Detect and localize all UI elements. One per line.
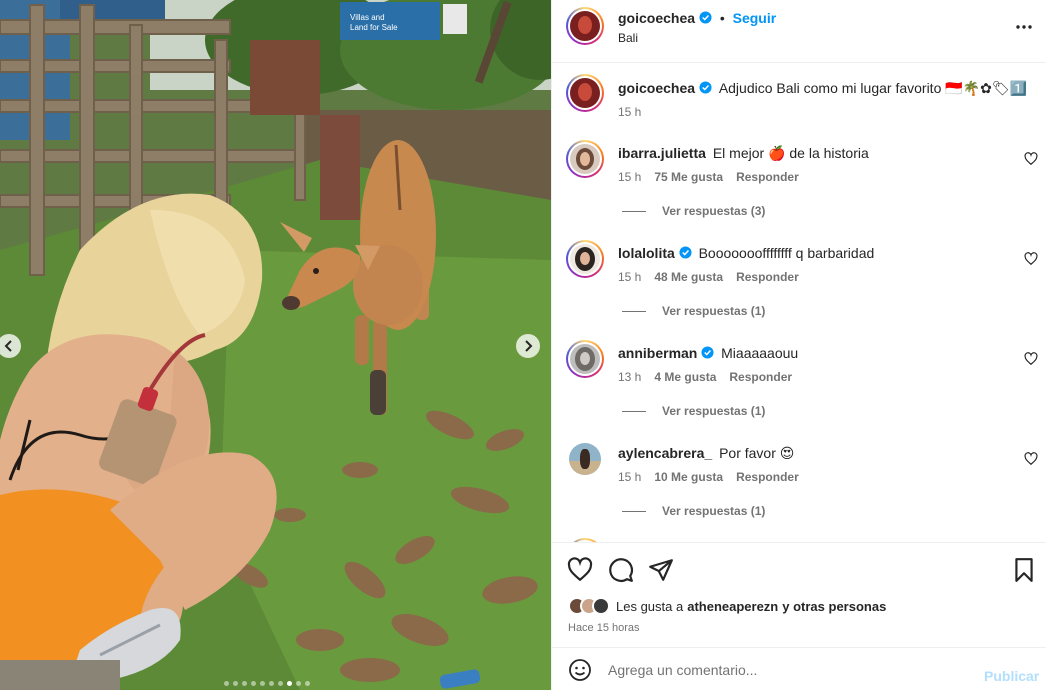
comment-username[interactable]: aylencabrera_: [618, 445, 712, 461]
carousel-dots: [224, 681, 310, 686]
post-location[interactable]: Bali: [618, 31, 638, 45]
sign-text-2: Land for Sale: [350, 23, 398, 32]
post-date[interactable]: Hace 15 horas: [568, 622, 640, 634]
carousel-dot[interactable]: [224, 681, 229, 686]
caption-text: Adjudico Bali como mi lugar favorito 🇮🇩🌴…: [718, 80, 1028, 96]
carousel-dot[interactable]: [242, 681, 247, 686]
author-username[interactable]: goicoechea: [618, 10, 695, 26]
view-replies-label: Ver respuestas (3): [662, 204, 766, 218]
carousel-dot[interactable]: [251, 681, 256, 686]
view-replies-label: Ver respuestas (1): [662, 504, 766, 518]
commenter-avatar[interactable]: [569, 443, 601, 475]
bookmark-icon[interactable]: [1011, 557, 1037, 583]
likes-prefix: Les gusta a: [616, 598, 684, 614]
carousel-dot[interactable]: [278, 681, 283, 686]
comment-text: Boooooooffffffff q barbaridad: [698, 245, 875, 261]
carousel-dot[interactable]: [260, 681, 265, 686]
post-photo: Villas and Land for Sale: [0, 0, 551, 690]
liker-avatar[interactable]: [592, 597, 610, 615]
commenter-avatar[interactable]: [566, 140, 604, 178]
comment-username[interactable]: ibarra.julietta: [618, 145, 706, 161]
comment-time[interactable]: 15 h: [618, 470, 641, 484]
comment-icon[interactable]: [608, 557, 634, 583]
reply-button[interactable]: Responder: [736, 470, 799, 484]
commenter-avatar[interactable]: [566, 240, 604, 278]
sign-text-1: Villas and: [350, 13, 385, 22]
comment-username[interactable]: lolalolita: [618, 245, 675, 261]
comment-heart-icon[interactable]: [1024, 352, 1038, 366]
view-replies-label: Ver respuestas (1): [662, 404, 766, 418]
comment-heart-icon[interactable]: [1024, 252, 1038, 266]
comment-likes[interactable]: 75 Me gusta: [654, 170, 723, 184]
likes-user-link[interactable]: atheneaperezn: [687, 599, 778, 614]
verified-icon: [701, 346, 714, 359]
verified-icon: [679, 246, 692, 259]
caption-time[interactable]: 15 h: [618, 105, 641, 119]
next-slide-button[interactable]: [516, 334, 540, 358]
reply-button[interactable]: Responder: [736, 170, 799, 184]
likes-summary: Les gusta a atheneaperezn y otras person…: [568, 597, 886, 615]
chevron-right-icon: [525, 340, 533, 352]
reply-button[interactable]: Responder: [736, 270, 799, 284]
carousel-dot[interactable]: [269, 681, 274, 686]
header-separator: •: [719, 10, 725, 26]
author-avatar[interactable]: [566, 74, 604, 112]
comment-text: Miaaaaaouu: [721, 345, 799, 361]
comments-list[interactable]: goicoechea Adjudico Bali como mi lugar f…: [552, 64, 1046, 542]
post-media[interactable]: Villas and Land for Sale: [0, 0, 551, 690]
reply-button[interactable]: Responder: [729, 370, 792, 384]
comment-text: El mejor 🍎 de la historia: [712, 145, 869, 161]
view-replies-button[interactable]: Ver respuestas (3): [622, 204, 765, 218]
view-replies-label: Ver respuestas (1): [662, 304, 766, 318]
comment-input[interactable]: [608, 659, 968, 681]
carousel-dot[interactable]: [305, 681, 310, 686]
comment-time[interactable]: 15 h: [618, 270, 641, 284]
carousel-dot[interactable]: [296, 681, 301, 686]
likes-others-link[interactable]: y otras personas: [782, 599, 886, 614]
carousel-dot[interactable]: [233, 681, 238, 686]
comment-likes[interactable]: 10 Me gusta: [654, 470, 723, 484]
commenter-avatar[interactable]: [566, 340, 604, 378]
post-sidebar: goicoechea • Seguir Bali goicoechea Adju…: [551, 0, 1046, 690]
chevron-left-icon: [4, 340, 12, 352]
comment-text: Por favor 😍: [719, 445, 795, 461]
add-comment-bar: Publicar: [552, 647, 1046, 690]
comment-time[interactable]: 15 h: [618, 170, 641, 184]
carousel-dot-active[interactable]: [287, 681, 292, 686]
verified-icon: [699, 81, 712, 94]
comment-time[interactable]: 13 h: [618, 370, 641, 384]
follow-button[interactable]: Seguir: [733, 10, 777, 26]
author-avatar[interactable]: [566, 7, 604, 45]
view-replies-button[interactable]: Ver respuestas (1): [622, 304, 765, 318]
comment-likes[interactable]: 48 Me gusta: [654, 270, 723, 284]
comment-heart-icon[interactable]: [1024, 152, 1038, 166]
verified-icon: [699, 11, 712, 24]
publish-button[interactable]: Publicar: [984, 668, 1039, 684]
comment-likes[interactable]: 4 Me gusta: [654, 370, 716, 384]
smile-icon[interactable]: [568, 658, 592, 682]
share-icon[interactable]: [648, 557, 674, 583]
post-header: goicoechea • Seguir Bali: [552, 0, 1046, 63]
post-modal: Villas and Land for Sale goicoechea • Se…: [0, 0, 1046, 690]
heart-icon[interactable]: [567, 557, 593, 583]
post-actions: Les gusta a atheneaperezn y otras person…: [552, 542, 1046, 634]
comment-username[interactable]: anniberman: [618, 345, 697, 361]
caption-username[interactable]: goicoechea: [618, 80, 695, 96]
more-icon[interactable]: [1015, 20, 1033, 34]
comment-heart-icon[interactable]: [1024, 452, 1038, 466]
view-replies-button[interactable]: Ver respuestas (1): [622, 404, 765, 418]
view-replies-button[interactable]: Ver respuestas (1): [622, 504, 765, 518]
